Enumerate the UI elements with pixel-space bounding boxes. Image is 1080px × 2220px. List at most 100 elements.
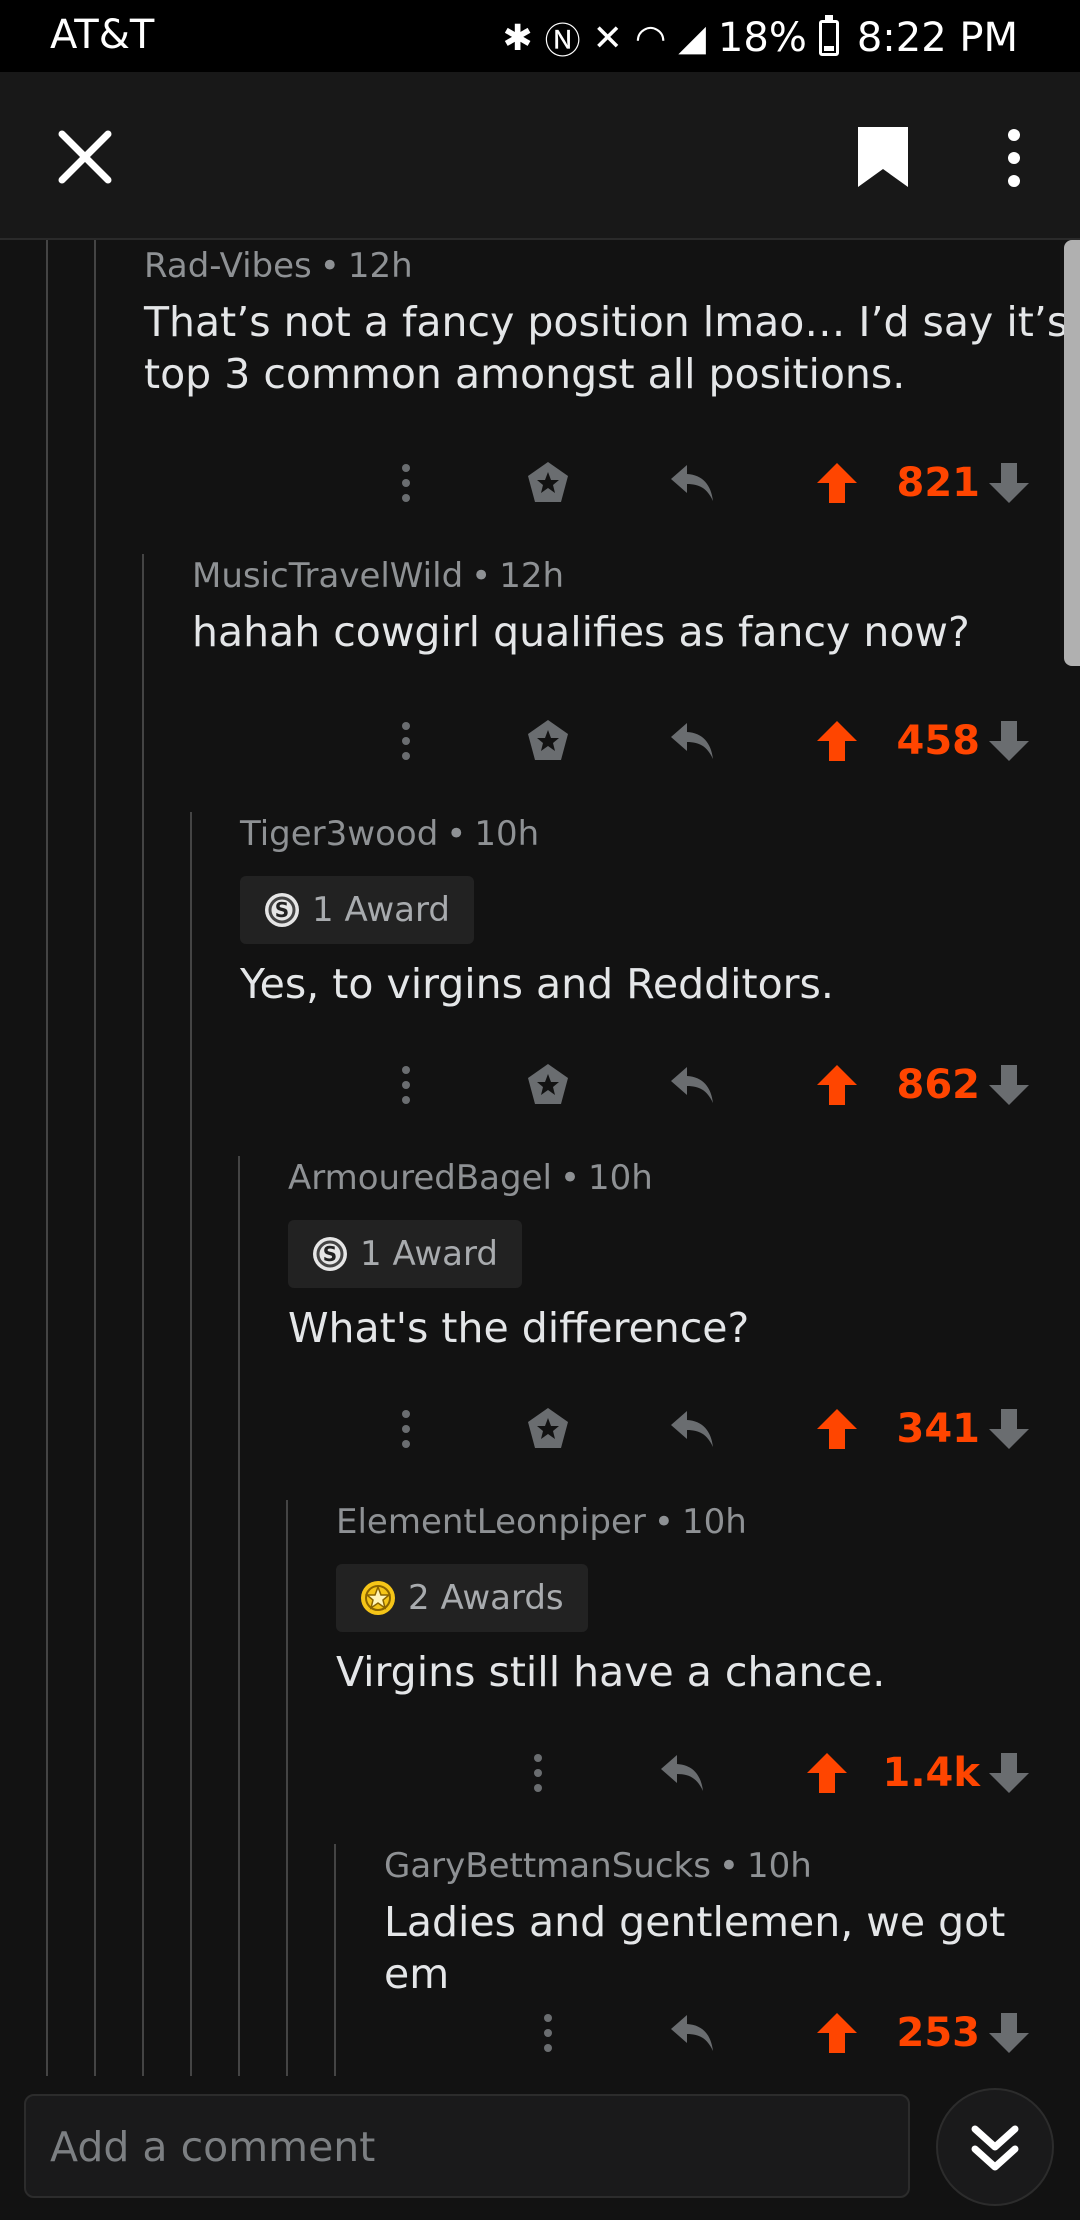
more-options-button[interactable] xyxy=(386,706,426,776)
comment-meta: GaryBettmanSucks • 10h xyxy=(384,1846,812,1886)
comment: ElementLeonpiper • 10h 2 Awards Virgins st… xyxy=(336,1500,1080,1698)
more-vertical-icon[interactable] xyxy=(994,127,1034,189)
comment-author[interactable]: GaryBettmanSucks xyxy=(384,1846,711,1886)
comment-actions: 862 xyxy=(0,1050,1080,1120)
clock: 8:22 PM xyxy=(856,15,1018,61)
vote-score: 862 xyxy=(896,1062,981,1108)
comment: MusicTravelWild • 12h hahah cowgirl qualif… xyxy=(192,554,1080,658)
reply-icon xyxy=(671,2015,713,2051)
award-count: 1 Award xyxy=(360,1234,498,1274)
vote-score: 341 xyxy=(896,1406,981,1452)
award-button[interactable] xyxy=(520,448,576,518)
comment-thread[interactable]: Rad-Vibes • 12h That’s not a fancy positio… xyxy=(0,240,1080,2076)
upvote-arrow-icon xyxy=(817,2013,857,2053)
comment-author[interactable]: Tiger3wood xyxy=(240,814,438,854)
thread-line xyxy=(142,554,144,2076)
comment-meta: ArmouredBagel • 10h xyxy=(288,1158,653,1198)
more-options-button[interactable] xyxy=(386,1050,426,1120)
reply-icon xyxy=(661,1755,703,1791)
reply-button[interactable] xyxy=(664,1050,720,1120)
downvote-arrow-icon xyxy=(989,1065,1029,1105)
close-icon[interactable] xyxy=(50,122,120,192)
reply-icon xyxy=(671,465,713,501)
award-button[interactable] xyxy=(520,1050,576,1120)
add-comment-input[interactable]: Add a comment xyxy=(24,2094,910,2198)
downvote-button[interactable] xyxy=(984,706,1034,776)
double-chevron-down-icon xyxy=(971,2125,1019,2171)
award-badge[interactable]: 2 Awards xyxy=(336,1564,588,1632)
comment-body: Ladies and gentlemen, we got em xyxy=(384,1898,1006,1998)
more-vertical-icon xyxy=(544,2014,552,2052)
signal-icon: ◢ xyxy=(678,17,706,59)
comment-body: Virgins still have a chance. xyxy=(336,1648,886,1696)
award-badge[interactable]: S 1 Award xyxy=(288,1220,522,1288)
more-vertical-icon xyxy=(534,1754,542,1792)
reply-icon xyxy=(671,1411,713,1447)
downvote-button[interactable] xyxy=(984,1738,1034,1808)
more-options-button[interactable] xyxy=(386,448,426,518)
gold-award-icon xyxy=(361,1581,395,1615)
next-comment-button[interactable] xyxy=(936,2088,1054,2206)
reply-button[interactable] xyxy=(664,706,720,776)
upvote-arrow-icon xyxy=(817,463,857,503)
upvote-button[interactable] xyxy=(802,1738,852,1808)
comment-body: Yes, to virgins and Redditors. xyxy=(240,960,834,1008)
status-icons: ✱ Ⓝ ✕ ◠ ◢ 18% 8:22 PM xyxy=(502,12,1018,64)
more-options-button[interactable] xyxy=(518,1738,558,1808)
battery-percent: 18% xyxy=(717,15,807,61)
downvote-arrow-icon xyxy=(989,463,1029,503)
reply-button[interactable] xyxy=(664,1394,720,1464)
comment-body: That’s not a fancy position lmao… I’d sa… xyxy=(144,296,1080,400)
vote-score: 1.4k xyxy=(882,1750,980,1796)
comment-author[interactable]: ArmouredBagel xyxy=(288,1158,552,1198)
award-badge[interactable]: S 1 Award xyxy=(240,876,474,944)
comment-actions: 1.4k xyxy=(0,1738,1080,1808)
silver-award-icon: S xyxy=(265,893,299,927)
downvote-button[interactable] xyxy=(984,1998,1034,2068)
award-button[interactable] xyxy=(520,706,576,776)
carrier-label: AT&T xyxy=(50,12,155,58)
downvote-button[interactable] xyxy=(984,1394,1034,1464)
more-vertical-icon xyxy=(402,1066,410,1104)
more-vertical-icon xyxy=(402,1410,410,1448)
award-count: 2 Awards xyxy=(408,1578,564,1618)
comment: ArmouredBagel • 10h S 1 Award What's the d… xyxy=(288,1156,1080,1354)
comment-author[interactable]: MusicTravelWild xyxy=(192,556,463,596)
comment-meta: ElementLeonpiper • 10h xyxy=(336,1502,747,1542)
comment-age: 10h xyxy=(474,814,540,854)
upvote-button[interactable] xyxy=(812,1050,862,1120)
reply-button[interactable] xyxy=(664,1998,720,2068)
more-vertical-icon xyxy=(402,722,410,760)
comment-author[interactable]: ElementLeonpiper xyxy=(336,1502,646,1542)
award-icon xyxy=(528,720,568,760)
comment: GaryBettmanSucks • 10h Ladies and gentleme… xyxy=(384,1844,1080,2000)
comment-age: 12h xyxy=(499,556,565,596)
vote-score: 821 xyxy=(896,460,981,506)
svg-text:S: S xyxy=(323,1242,337,1266)
vote-score: 458 xyxy=(896,718,981,764)
upvote-button[interactable] xyxy=(812,706,862,776)
more-options-button[interactable] xyxy=(528,1998,568,2068)
award-button[interactable] xyxy=(520,1394,576,1464)
reply-button[interactable] xyxy=(654,1738,710,1808)
vote-score: 253 xyxy=(896,2010,981,2056)
upvote-button[interactable] xyxy=(812,1394,862,1464)
comment-body-line: That’s not a fancy position lmao… I’d sa… xyxy=(144,298,1069,346)
reply-button[interactable] xyxy=(664,448,720,518)
more-options-button[interactable] xyxy=(386,1394,426,1464)
comment-actions: 821 xyxy=(0,448,1080,518)
status-bar: AT&T ✱ Ⓝ ✕ ◠ ◢ 18% 8:22 PM xyxy=(0,0,1080,72)
downvote-button[interactable] xyxy=(984,448,1034,518)
silver-award-icon: S xyxy=(313,1237,347,1271)
comment-meta: Tiger3wood • 10h xyxy=(240,814,540,854)
upvote-button[interactable] xyxy=(812,1998,862,2068)
upvote-button[interactable] xyxy=(812,448,862,518)
thread-line xyxy=(238,1156,240,2076)
bluetooth-icon: ✱ xyxy=(502,17,533,59)
scrollbar-thumb[interactable] xyxy=(1064,240,1080,666)
comment-actions: 458 xyxy=(0,706,1080,776)
bookmark-icon[interactable] xyxy=(856,125,910,189)
upvote-arrow-icon xyxy=(817,1409,857,1449)
comment-author[interactable]: Rad-Vibes xyxy=(144,246,312,286)
downvote-button[interactable] xyxy=(984,1050,1034,1120)
